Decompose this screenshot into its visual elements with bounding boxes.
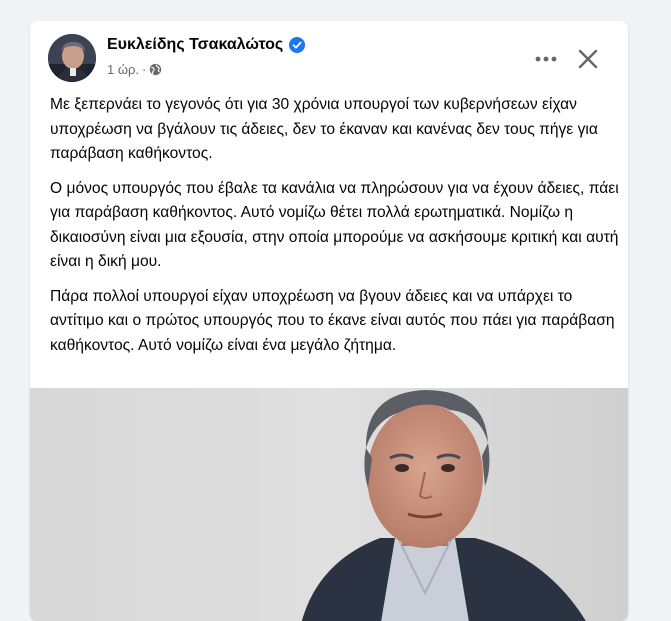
author-name[interactable]: Ευκλείδης Τσακαλώτος xyxy=(107,36,283,54)
post-paragraph: Με ξεπερνάει το γεγονός ότι για 30 χρόνι… xyxy=(50,96,598,162)
post-card: Ευκλείδης Τσακαλώτος 1 ώρ. · Με ξεπερνάε… xyxy=(30,21,628,621)
post-paragraph: Πάρα πολλοί υπουργοί είχαν υποχρέωση να … xyxy=(50,287,615,354)
post-meta: 1 ώρ. · xyxy=(107,62,162,77)
more-options-button[interactable] xyxy=(528,41,564,77)
author-avatar[interactable] xyxy=(48,34,96,82)
meta-separator: · xyxy=(142,62,147,77)
post-header: Ευκλείδης Τσακαλώτος 1 ώρ. · xyxy=(30,21,628,91)
globe-icon[interactable] xyxy=(149,63,162,76)
photo-image xyxy=(30,388,628,621)
close-button[interactable] xyxy=(570,41,606,77)
author-row: Ευκλείδης Τσακαλώτος xyxy=(107,36,306,54)
close-icon xyxy=(578,49,598,69)
more-options-icon xyxy=(535,56,557,62)
post-body: Με ξεπερνάει το γεγονός ότι για 30 χρόνι… xyxy=(50,93,620,368)
post-photo[interactable] xyxy=(30,388,628,621)
avatar-image xyxy=(48,34,96,82)
verified-badge-icon xyxy=(289,37,306,53)
post-timestamp[interactable]: 1 ώρ. xyxy=(107,62,139,77)
post-paragraph: Ο μόνος υπουργός που έβαλε τα κανάλια να… xyxy=(50,179,619,271)
